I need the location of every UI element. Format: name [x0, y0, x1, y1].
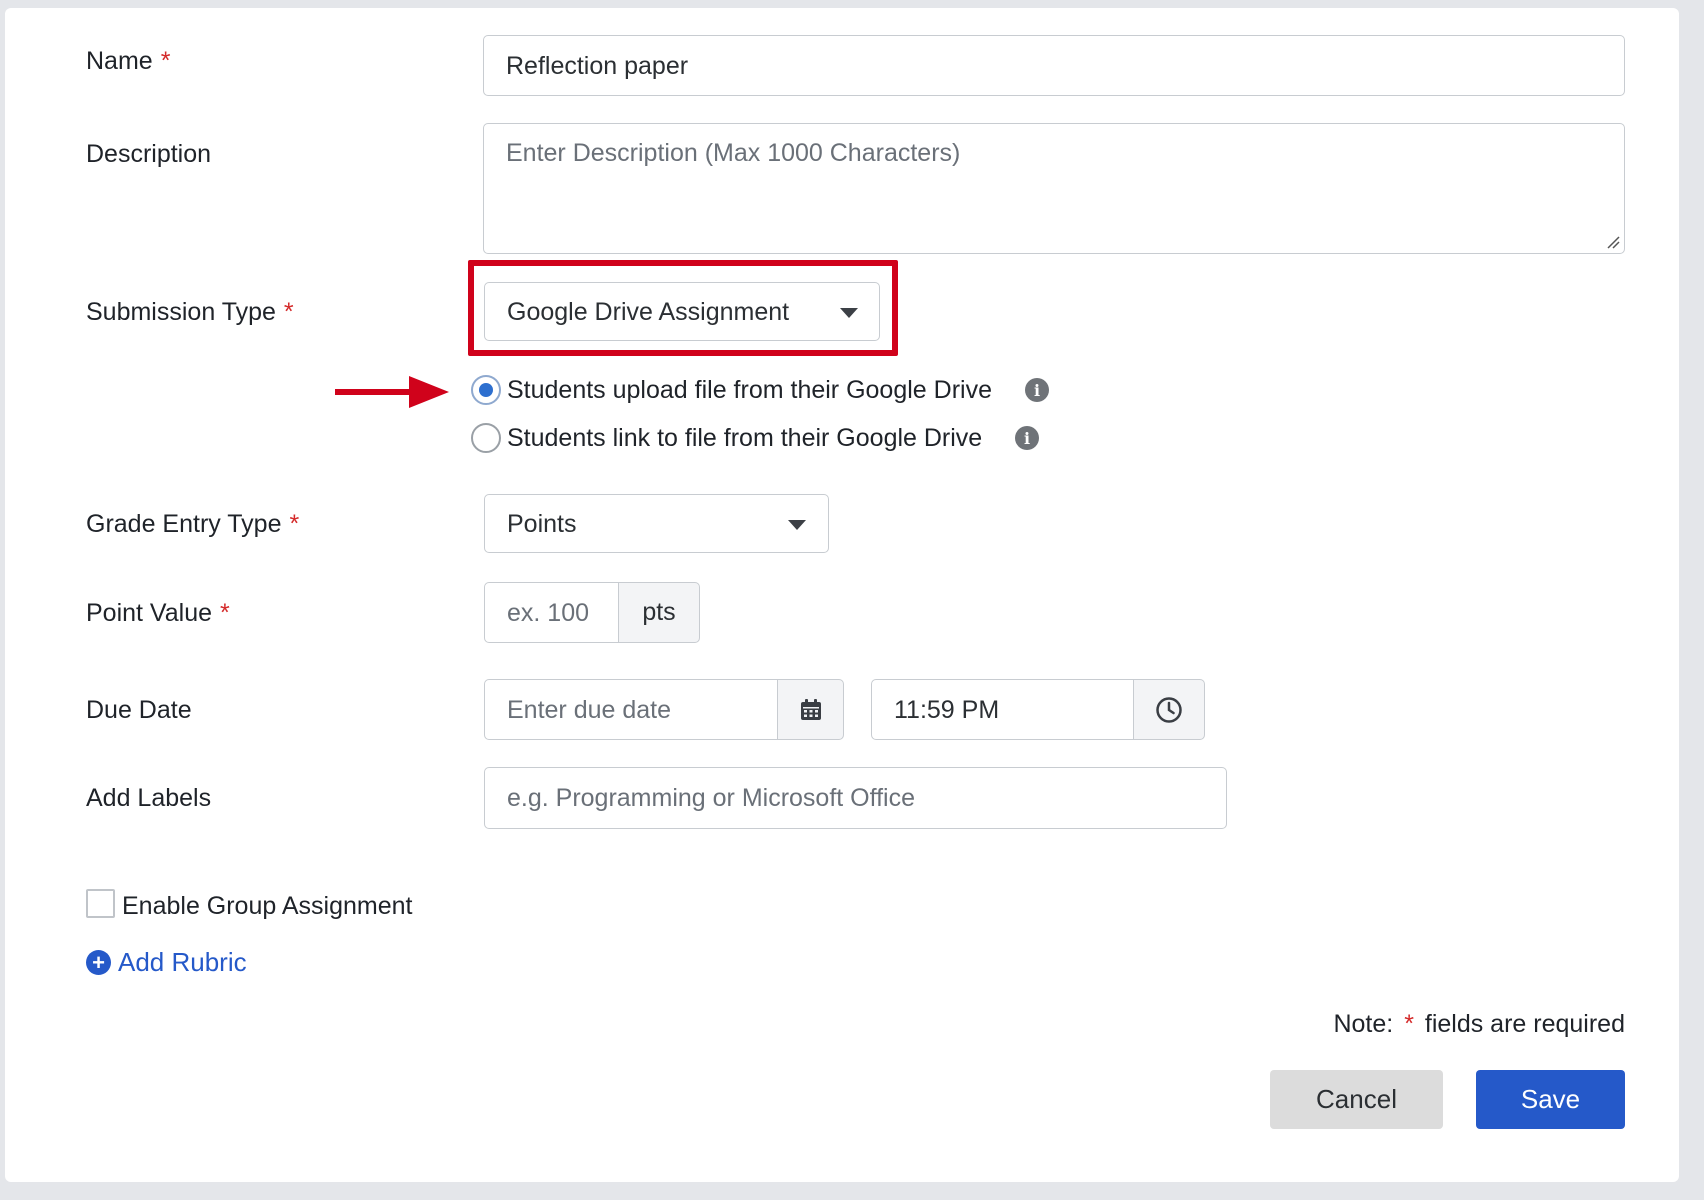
clock-button[interactable]	[1133, 679, 1205, 740]
submission-type-label: Submission Type *	[86, 298, 294, 326]
required-marker: *	[289, 510, 300, 538]
radio-upload-file-label[interactable]: Students upload file from their Google D…	[507, 375, 992, 405]
add-labels-label: Add Labels	[86, 784, 212, 812]
radio-link-file[interactable]	[471, 423, 501, 453]
radio-upload-file[interactable]	[471, 375, 501, 405]
due-time-value: 11:59 PM	[894, 695, 1000, 724]
required-marker: *	[1404, 1010, 1414, 1038]
point-value-placeholder: ex. 100	[507, 598, 590, 627]
labels-placeholder: e.g. Programming or Microsoft Office	[507, 784, 916, 812]
submission-type-selected: Google Drive Assignment	[507, 297, 790, 326]
info-icon[interactable]: i	[1015, 426, 1039, 450]
point-value-input[interactable]: ex. 100	[484, 582, 620, 643]
plus-circle-icon[interactable]: +	[86, 950, 111, 975]
arrow-right-icon	[335, 376, 449, 408]
name-label: Name *	[86, 47, 171, 75]
description-label: Description	[86, 140, 212, 168]
name-input-value: Reflection paper	[506, 51, 689, 80]
description-placeholder: Enter Description (Max 1000 Characters)	[506, 139, 961, 167]
grade-entry-type-label: Grade Entry Type *	[86, 510, 300, 538]
due-time-input[interactable]: 11:59 PM	[871, 679, 1135, 740]
info-icon[interactable]: i	[1025, 378, 1049, 402]
radio-link-file-label[interactable]: Students link to file from their Google …	[507, 423, 982, 453]
calendar-button[interactable]	[777, 679, 844, 740]
due-date-label: Due Date	[86, 696, 192, 724]
name-input[interactable]: Reflection paper	[483, 35, 1625, 96]
submission-type-select[interactable]: Google Drive Assignment	[484, 282, 880, 341]
clock-icon	[1156, 696, 1182, 723]
grade-entry-type-select[interactable]: Points	[484, 494, 829, 553]
add-rubric-link[interactable]: Add Rubric	[118, 947, 247, 977]
resize-grip-icon[interactable]	[1606, 235, 1620, 249]
description-textarea[interactable]: Enter Description (Max 1000 Characters)	[483, 123, 1625, 254]
cancel-button[interactable]: Cancel	[1270, 1070, 1443, 1129]
chevron-down-icon	[788, 520, 806, 530]
save-button[interactable]: Save	[1476, 1070, 1625, 1129]
required-note: Note: * fields are required	[1333, 1010, 1625, 1038]
required-marker: *	[283, 298, 294, 326]
group-assignment-label[interactable]: Enable Group Assignment	[122, 891, 412, 921]
labels-input[interactable]: e.g. Programming or Microsoft Office	[484, 767, 1227, 829]
required-marker: *	[220, 599, 230, 627]
group-assignment-checkbox[interactable]	[86, 889, 115, 918]
points-unit-addon: pts	[618, 582, 700, 643]
due-date-input[interactable]: Enter due date	[484, 679, 779, 740]
due-date-placeholder: Enter due date	[507, 695, 672, 724]
chevron-down-icon	[840, 308, 858, 318]
points-unit-label: pts	[642, 598, 676, 626]
required-marker: *	[160, 47, 171, 75]
calendar-icon	[800, 698, 821, 720]
grade-entry-type-selected: Points	[507, 509, 577, 538]
point-value-label: Point Value *	[86, 599, 230, 627]
